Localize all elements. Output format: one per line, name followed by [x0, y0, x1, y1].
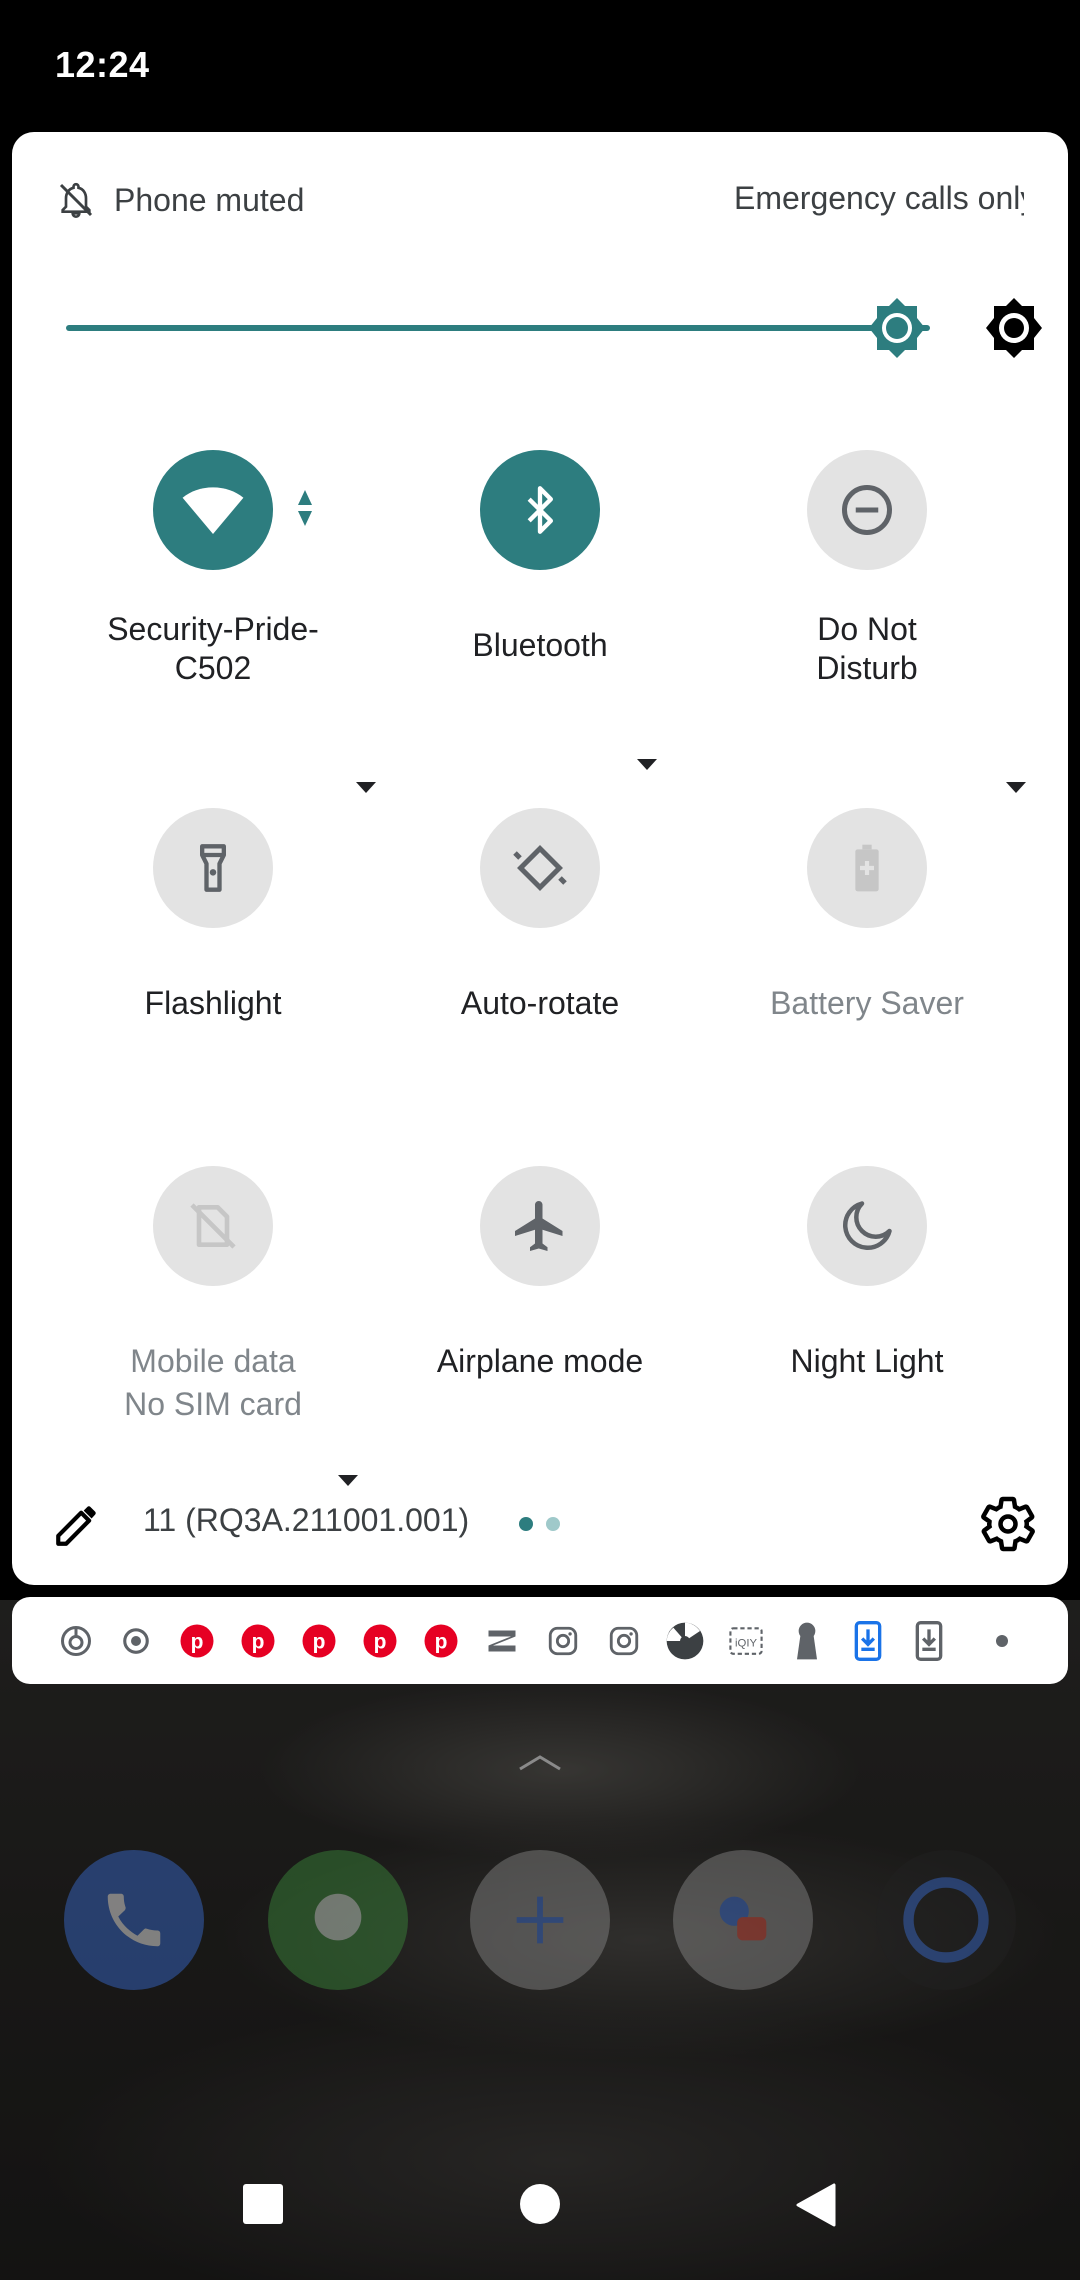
battery-saver-label: Battery Saver — [770, 985, 964, 1021]
auto-rotate-label: Auto-rotate — [460, 985, 620, 1021]
auto-rotate-toggle[interactable] — [480, 808, 600, 928]
auto-rotate-icon — [513, 845, 567, 891]
carrier-status: Emergency calls only — [734, 180, 1024, 216]
tile-airplane-mode[interactable]: Airplane mode — [377, 1166, 703, 1466]
airplane-icon — [515, 1201, 563, 1251]
svg-text:p: p — [435, 1631, 448, 1654]
capcut-icon — [482, 1621, 522, 1661]
do-not-disturb-label: Do Not Disturb — [704, 610, 1030, 688]
dnd-dropdown-caret-icon[interactable] — [1006, 782, 1026, 793]
airplane-mode-toggle[interactable] — [480, 1166, 600, 1286]
brightness-slider-thumb-icon[interactable] — [865, 296, 929, 360]
wifi-label: Security-Pride- C502 — [50, 610, 376, 688]
instagram-icon — [604, 1621, 644, 1661]
ringer-status[interactable]: Phone muted — [56, 180, 304, 220]
mobile-data-sublabel: No SIM card — [124, 1386, 302, 1422]
settings-gear-icon[interactable] — [978, 1494, 1038, 1554]
mobile-data-label: Mobile data — [130, 1343, 296, 1379]
dnd-label-line1: Do Not — [817, 611, 917, 647]
back-button[interactable] — [794, 2183, 836, 2227]
wifi-label-line2: C502 — [174, 650, 252, 686]
svg-text:p: p — [374, 1631, 387, 1654]
record-icon — [116, 1621, 156, 1661]
svg-text:iQIY: iQIY — [735, 1638, 757, 1650]
mobile-data-off-icon — [190, 1203, 236, 1249]
bluetooth-toggle[interactable] — [480, 450, 600, 570]
tile-night-light[interactable]: Night Light — [704, 1166, 1030, 1466]
add-contact-app-icon[interactable] — [470, 1850, 610, 1990]
mobile-data-dropdown-caret-icon[interactable] — [338, 1475, 358, 1486]
iqiyi-icon: iQIY — [726, 1621, 766, 1661]
flashlight-label: Flashlight — [144, 985, 282, 1021]
bluetooth-label: Bluetooth — [472, 627, 608, 663]
status-bar-clock: 12:24 — [55, 44, 150, 85]
ringer-status-text: Phone muted — [114, 181, 305, 218]
auto-brightness-icon[interactable] — [982, 296, 1046, 360]
tile-bluetooth[interactable]: Bluetooth — [377, 450, 703, 770]
pinterest-icon: p — [299, 1621, 339, 1661]
download-icon — [909, 1621, 949, 1661]
edit-pencil-icon[interactable] — [52, 1500, 102, 1550]
pinterest-icon: p — [360, 1621, 400, 1661]
page-indicator-dot-active — [519, 1517, 533, 1531]
tile-flashlight[interactable]: Flashlight — [50, 808, 376, 1108]
dnd-label-line2: Disturb — [816, 650, 918, 686]
wifi-toggle[interactable] — [153, 450, 273, 570]
bluetooth-icon — [527, 486, 553, 534]
night-light-label: Night Light — [790, 1343, 944, 1379]
keyhole-icon — [787, 1621, 827, 1661]
contacts-app-icon[interactable] — [673, 1850, 813, 1990]
tile-do-not-disturb[interactable]: Do Not Disturb — [704, 450, 1030, 793]
recents-button[interactable] — [242, 2183, 284, 2225]
do-not-disturb-toggle[interactable] — [807, 450, 927, 570]
pinterest-icon: p — [177, 1621, 217, 1661]
wifi-label-line1: Security-Pride- — [107, 611, 319, 647]
messages-app-icon[interactable] — [268, 1850, 408, 1990]
bluetooth-dropdown-caret-icon[interactable] — [637, 759, 657, 770]
quick-settings-panel: Phone muted Emergency calls only Securit… — [12, 132, 1068, 1585]
wifi-activity-icon — [298, 490, 312, 526]
flashlight-icon — [200, 844, 226, 892]
build-number[interactable]: 11 (RQ3A.211001.001) — [143, 1502, 469, 1539]
battery-saver-icon — [855, 844, 879, 892]
brightness-slider-track[interactable] — [66, 325, 930, 331]
instagram-icon — [543, 1621, 583, 1661]
night-light-icon — [843, 1201, 892, 1250]
do-not-disturb-icon — [842, 485, 892, 535]
download-icon — [848, 1621, 888, 1661]
tile-auto-rotate[interactable]: Auto-rotate — [377, 808, 703, 1108]
flashlight-toggle[interactable] — [153, 808, 273, 928]
tile-wifi[interactable]: Security-Pride- C502 — [50, 450, 376, 793]
wifi-dropdown-caret-icon[interactable] — [356, 782, 376, 793]
mobile-data-toggle[interactable] — [153, 1166, 273, 1286]
bell-off-icon — [59, 182, 93, 219]
pinterest-icon: p — [238, 1621, 278, 1661]
svg-text:p: p — [313, 1631, 326, 1654]
battery-saver-toggle[interactable] — [807, 808, 927, 928]
page-indicator-dot — [546, 1517, 560, 1531]
phone-app-icon[interactable] — [64, 1850, 204, 1990]
chrome-app-icon[interactable] — [876, 1850, 1016, 1990]
home-button[interactable] — [519, 2183, 561, 2225]
tile-mobile-data[interactable]: Mobile data No SIM card — [50, 1166, 376, 1486]
wifi-icon — [182, 487, 244, 534]
night-light-toggle[interactable] — [807, 1166, 927, 1286]
airplane-mode-label: Airplane mode — [436, 1343, 644, 1379]
tile-battery-saver[interactable]: Battery Saver — [704, 808, 1030, 1108]
notification-icons-shelf[interactable]: p p p p p iQIY — [12, 1597, 1068, 1684]
app-drawer-chevron-icon[interactable] — [518, 1752, 562, 1772]
aperture-icon — [665, 1621, 705, 1661]
more-dot-icon — [982, 1621, 1022, 1661]
pinwheel-icon — [56, 1621, 96, 1661]
pinterest-icon: p — [421, 1621, 461, 1661]
svg-text:p: p — [191, 1631, 204, 1654]
svg-text:p: p — [252, 1631, 265, 1654]
